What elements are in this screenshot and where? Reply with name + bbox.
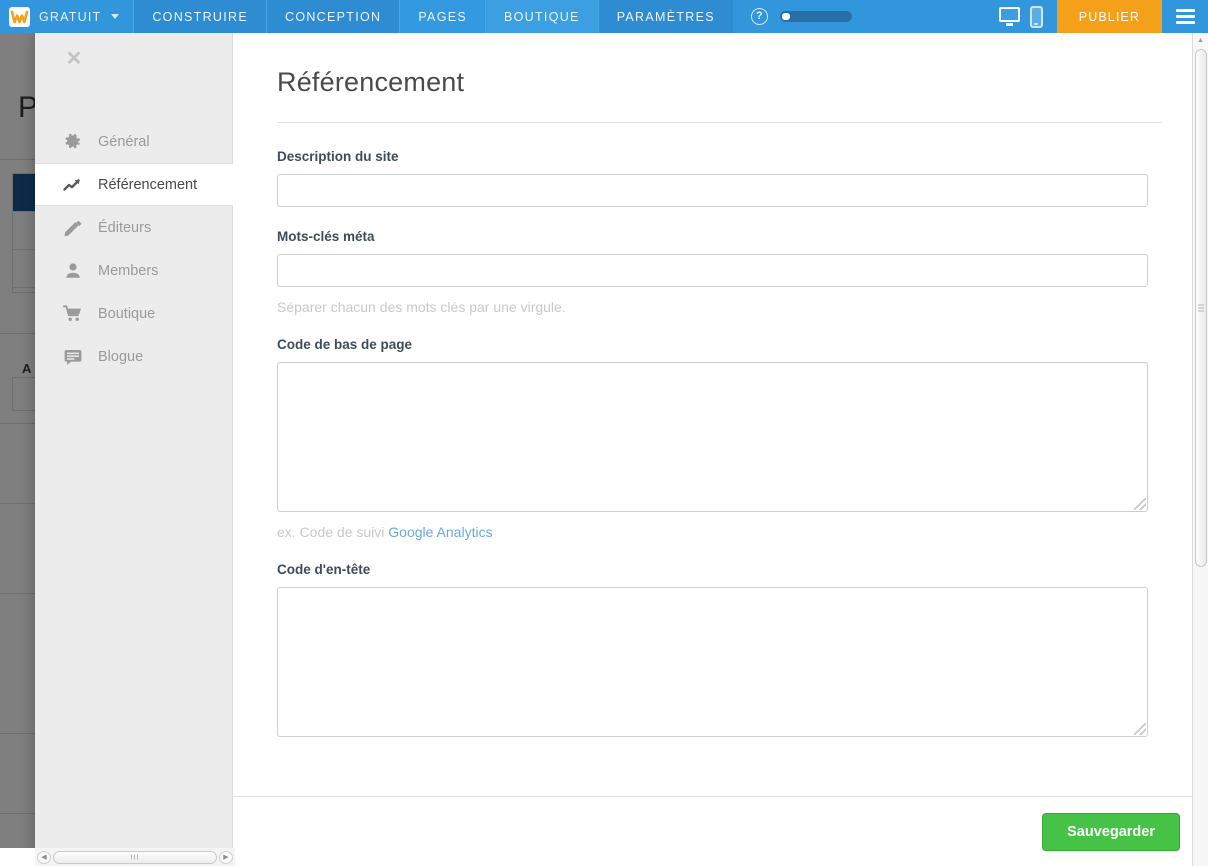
modal-main-pane: Référencement Description du site Mots-c… [233,33,1208,866]
tab-construire[interactable]: CONSTRUIRE [133,0,266,33]
brand-plan-selector[interactable]: GRATUIT [0,0,133,33]
field-label: Code d'en-tête [277,562,371,577]
google-analytics-link[interactable]: Google Analytics [388,524,492,540]
scroll-left-arrow-icon[interactable]: ◀ [37,850,51,864]
horizontal-scrollbar-thumb[interactable] [53,850,217,864]
progress-knob [781,13,790,20]
save-button[interactable]: Sauvegarder [1042,812,1180,851]
settings-modal: ✕ Général Référencement Éditeurs Members… [35,33,1208,866]
shopping-cart-icon [63,304,82,323]
sidebar-item-label: Members [98,262,159,279]
pencil-icon [63,218,82,237]
field-code-d-en-tete: Code d'en-tête [277,562,1162,737]
hamburger-menu-icon[interactable] [1162,0,1208,33]
footer-code-helper: ex. Code de suivi Google Analytics [277,524,1162,540]
footer-code-textarea[interactable] [277,362,1148,512]
sidebar-item-label: Référencement [98,176,198,193]
publish-button[interactable]: PUBLIER [1056,0,1162,33]
tab-conception[interactable]: CONCEPTION [266,0,400,33]
close-icon[interactable]: ✕ [63,48,85,70]
brand-plan-label: GRATUIT [39,9,102,24]
horizontal-scrollbar[interactable]: ◀ ▶ [35,848,235,866]
field-label: Code de bas de page [277,337,413,352]
title-divider [277,122,1162,123]
desktop-monitor-icon[interactable] [998,7,1020,26]
scroll-right-arrow-icon[interactable]: ▶ [219,850,233,864]
weebly-w-logo-icon [9,6,30,27]
sidebar-item-editeurs[interactable]: Éditeurs [35,206,233,249]
meta-keywords-helper: Séparer chacun des mots clés par une vir… [277,299,566,315]
modal-footer: Sauvegarder [233,796,1208,866]
toolbar-spacer [851,0,985,33]
toolbar-status-group: ? [732,0,852,33]
sidebar-item-label: Blogue [98,348,144,365]
setup-progress-bar[interactable] [779,11,852,22]
footer-code-helper-prefix: ex. Code de suivi [277,524,389,540]
tab-parametres[interactable]: PARAMÈTRES [597,0,733,33]
sidebar-item-general[interactable]: Général [35,120,233,163]
footer-code-wrap [277,362,1148,512]
scrollbar-grip-icon [1198,304,1204,312]
page-title: Référencement [277,67,465,97]
device-preview-group [984,0,1057,33]
header-code-wrap [277,587,1148,737]
sidebar-item-boutique[interactable]: Boutique [35,292,233,335]
meta-keywords-input[interactable] [277,254,1148,287]
header-code-textarea[interactable] [277,587,1148,737]
modal-scroll-area: Référencement Description du site Mots-c… [233,33,1208,796]
field-label: Mots-clés méta [277,229,375,244]
vertical-scrollbar-thumb[interactable] [1195,49,1207,567]
sidebar-item-blogue[interactable]: Blogue [35,335,233,378]
tab-boutique[interactable]: BOUTIQUE [485,0,598,33]
tab-pages[interactable]: PAGES [399,0,485,33]
vertical-scrollbar[interactable]: ▲ [1192,33,1208,866]
scrollbar-corner [0,848,35,866]
field-code-de-bas-de-page: Code de bas de page ex. Code de suivi Go… [277,337,1162,540]
trend-line-icon [63,175,82,194]
gear-icon [63,132,82,151]
help-icon[interactable]: ? [750,8,768,25]
scrollbar-grip-icon [131,854,139,860]
modal-sidebar-list: Général Référencement Éditeurs Members B… [35,120,234,378]
sidebar-item-referencement[interactable]: Référencement [35,163,234,206]
comment-bubble-icon [63,347,82,366]
field-mots-cles-meta: Mots-clés méta Séparer chacun des mots c… [277,229,1162,315]
sidebar-item-label: Boutique [98,305,156,322]
mobile-phone-icon[interactable] [1029,5,1043,28]
chevron-down-icon [111,14,120,19]
site-description-input[interactable] [277,174,1148,207]
top-toolbar: GRATUIT CONSTRUIRE CONCEPTION PAGES BOUT… [0,0,1208,33]
field-label: Description du site [277,149,399,164]
field-description-du-site: Description du site [277,149,1162,207]
person-icon [63,261,82,280]
modal-sidebar: ✕ Général Référencement Éditeurs Members… [35,33,234,866]
scroll-up-arrow-icon[interactable]: ▲ [1193,33,1208,48]
sidebar-item-members[interactable]: Members [35,249,233,292]
sidebar-item-label: Général [98,133,150,150]
sidebar-item-label: Éditeurs [98,219,152,236]
